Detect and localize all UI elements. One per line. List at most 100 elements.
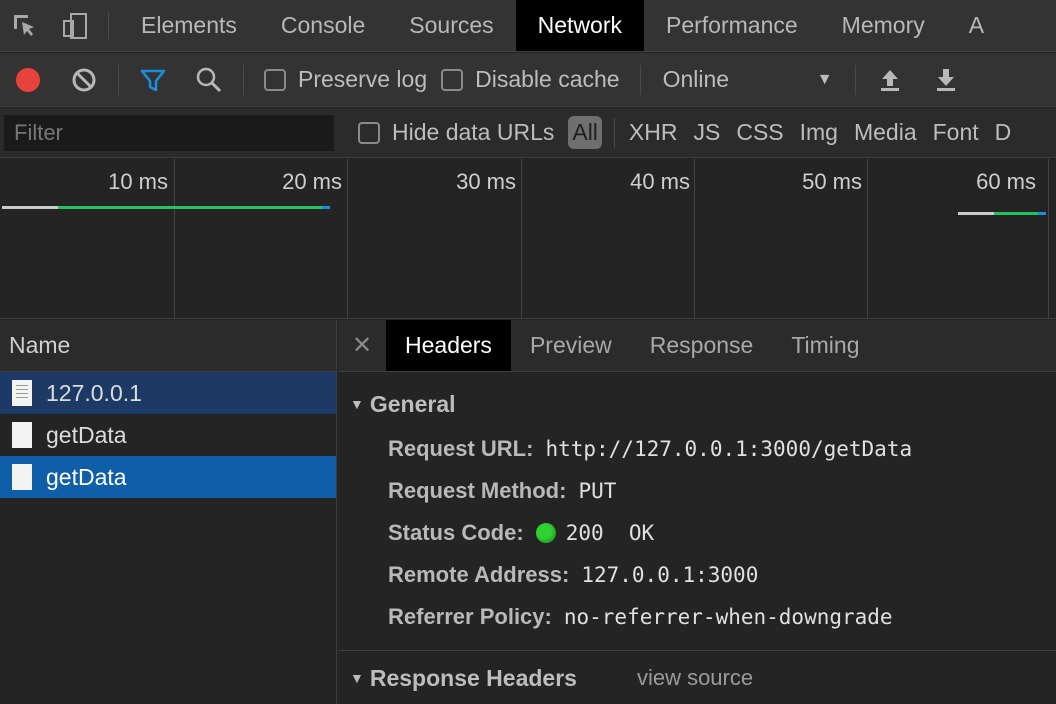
tab-memory[interactable]: Memory (820, 0, 947, 51)
filter-input[interactable] (4, 114, 334, 151)
search-icon (196, 67, 222, 92)
tick-label: 10 ms (108, 169, 168, 194)
file-icon (12, 464, 32, 490)
type-filter-media[interactable]: Media (846, 119, 925, 146)
filter-icon (140, 69, 166, 91)
tick-label: 30 ms (456, 169, 516, 194)
filter-bar: Hide data URLs All XHR JS CSS Img Media … (0, 108, 1056, 158)
request-url-row: Request URL: http://127.0.0.1:3000/getDa… (338, 428, 1056, 470)
filter-toggle-button[interactable] (125, 53, 181, 107)
response-headers-title: Response Headers (369, 664, 577, 691)
tab-network[interactable]: Network (515, 0, 644, 51)
grid-line (867, 159, 868, 319)
request-details-pane: ✕ Headers Preview Response Timing ▼ Gene… (338, 320, 1056, 704)
general-section-title: General (369, 390, 456, 417)
header-key: Status Code: (388, 520, 524, 545)
toolbar-divider (118, 64, 119, 95)
preserve-log-toggle[interactable]: Preserve log (264, 66, 427, 93)
toolbar-divider (243, 64, 244, 95)
request-row[interactable]: getData (0, 414, 336, 456)
toolbar-divider (108, 12, 109, 39)
header-key: Referrer Policy: (388, 604, 552, 629)
type-filter-font[interactable]: Font (925, 119, 987, 146)
section-divider (338, 650, 1056, 651)
tab-timing[interactable]: Timing (772, 320, 878, 371)
request-list: Name 127.0.0.1 getData getData (0, 320, 337, 704)
hide-data-urls-toggle[interactable]: Hide data URLs (358, 119, 554, 146)
file-icon (12, 422, 32, 448)
tick-label: 50 ms (802, 169, 862, 194)
triangle-down-icon: ▼ (350, 670, 364, 686)
network-overview[interactable]: 10 ms 20 ms 30 ms 40 ms 50 ms 60 ms (0, 159, 1056, 319)
header-value: http://127.0.0.1:3000/getData (545, 437, 913, 461)
header-key: Request URL: (388, 436, 534, 461)
upload-icon (880, 69, 899, 91)
tab-response[interactable]: Response (631, 320, 773, 371)
hide-data-urls-label: Hide data URLs (392, 119, 555, 145)
response-headers-section-toggle[interactable]: ▼ Response Headers view source (338, 654, 1056, 702)
import-har-button[interactable] (862, 53, 918, 107)
header-key: Remote Address: (388, 562, 570, 587)
referrer-policy-row: Referrer Policy: no-referrer-when-downgr… (338, 596, 1056, 638)
panel-tab-bar: Elements Console Sources Network Perform… (0, 0, 1056, 52)
tab-elements[interactable]: Elements (119, 0, 259, 51)
download-bar-segment (994, 212, 1038, 215)
tab-overflow[interactable]: A (947, 0, 1006, 51)
header-key: Request Method: (388, 478, 567, 503)
header-value: PUT (578, 479, 617, 503)
view-source-link[interactable]: view source (637, 665, 753, 691)
search-button[interactable] (181, 53, 237, 107)
header-value: no-referrer-when-downgrade (563, 605, 893, 629)
tab-sources[interactable]: Sources (387, 0, 515, 51)
grid-line (694, 159, 695, 319)
status-ok-icon (535, 523, 556, 543)
export-har-button[interactable] (918, 53, 974, 107)
disable-cache-checkbox[interactable] (441, 68, 464, 91)
end-bar-segment (322, 206, 330, 209)
type-filter-js[interactable]: JS (685, 119, 728, 146)
tick-label: 40 ms (630, 169, 690, 194)
type-filter-doc[interactable]: D (987, 119, 1020, 146)
type-filter-xhr[interactable]: XHR (621, 119, 686, 146)
toolbar-divider (639, 64, 641, 95)
tab-preview[interactable]: Preview (511, 320, 631, 371)
preserve-log-label: Preserve log (298, 66, 428, 92)
tab-console[interactable]: Console (259, 0, 387, 51)
waiting-bar-segment (2, 206, 58, 209)
details-tab-bar: ✕ Headers Preview Response Timing (338, 320, 1056, 372)
request-name: getData (46, 421, 127, 448)
toolbar-divider (854, 64, 856, 95)
general-section-toggle[interactable]: ▼ General (338, 380, 1056, 428)
name-column-header[interactable]: Name (0, 320, 336, 372)
header-value: 200 OK (565, 521, 655, 545)
disable-cache-label: Disable cache (475, 66, 620, 92)
tab-performance[interactable]: Performance (644, 0, 820, 51)
waiting-bar-segment (958, 212, 994, 215)
request-method-row: Request Method: PUT (338, 470, 1056, 512)
hide-data-urls-checkbox[interactable] (358, 121, 380, 144)
request-row[interactable]: 127.0.0.1 (0, 372, 336, 414)
download-icon (936, 68, 955, 91)
type-filter-all[interactable]: All (568, 116, 602, 149)
status-code-row: Status Code: 200 OK (338, 512, 1056, 554)
preserve-log-checkbox[interactable] (264, 68, 286, 91)
type-filter-img[interactable]: Img (792, 119, 846, 146)
grid-line (1048, 159, 1049, 319)
request-row[interactable]: getData (0, 456, 336, 498)
grid-line (347, 159, 348, 319)
close-icon[interactable]: ✕ (338, 320, 386, 371)
record-button[interactable] (0, 53, 56, 107)
inspect-element-icon[interactable] (0, 0, 50, 51)
record-icon (16, 67, 40, 92)
throttling-select[interactable]: Online ▼ (663, 66, 833, 93)
clear-button[interactable] (56, 53, 112, 107)
type-filter-css[interactable]: CSS (728, 119, 791, 146)
grid-line (174, 159, 175, 319)
chevron-down-icon: ▼ (816, 70, 833, 88)
tab-headers[interactable]: Headers (386, 320, 511, 371)
header-value: 127.0.0.1:3000 (581, 563, 759, 587)
disable-cache-toggle[interactable]: Disable cache (441, 66, 620, 93)
end-bar-segment (1038, 212, 1046, 215)
grid-line (521, 159, 522, 319)
device-toolbar-icon[interactable] (50, 0, 100, 51)
